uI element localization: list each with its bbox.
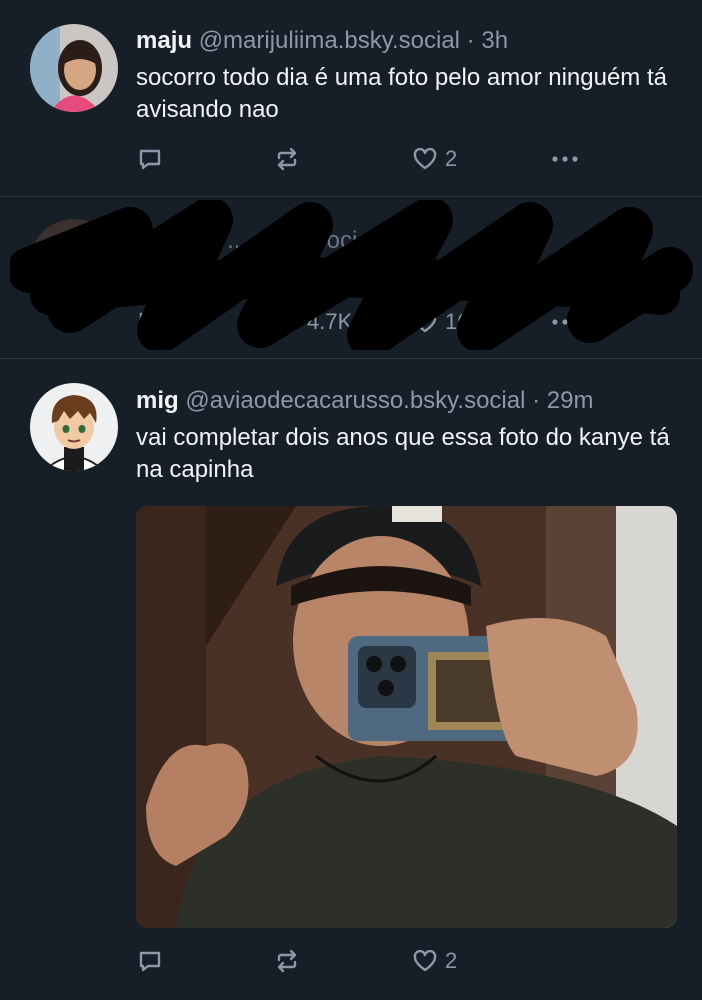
repost-icon: [277, 147, 297, 171]
repost-button[interactable]: [273, 946, 301, 976]
reply-button[interactable]: [136, 144, 164, 174]
post-text: socorro todo dia é uma foto pelo amor ni…: [136, 64, 667, 123]
more-button[interactable]: [550, 144, 580, 174]
reply-button[interactable]: [136, 946, 164, 976]
post-actions: 2: [136, 144, 596, 174]
like-icon: [413, 949, 437, 972]
separator: ·: [466, 27, 475, 54]
post-time[interactable]: 29m: [547, 387, 594, 414]
post-text: vai completar dois anos que essa foto do…: [136, 424, 670, 483]
like-count: 2: [445, 146, 458, 171]
post-image[interactable]: [136, 506, 677, 928]
mirror-selfie-image: [136, 506, 677, 928]
like-icon: [413, 147, 437, 170]
reply-icon: [139, 951, 161, 972]
separator: ·: [532, 387, 541, 414]
post-header: mig @aviaodecacarusso.bsky.social · 29m: [136, 387, 593, 415]
avatar-maju-image: [30, 24, 118, 112]
post-actions: 2: [136, 946, 596, 976]
avatar-mig[interactable]: [30, 383, 118, 471]
like-button[interactable]: 2: [411, 144, 457, 174]
author-name[interactable]: mig: [136, 387, 179, 414]
more-icon: [552, 156, 578, 162]
repost-button[interactable]: [273, 144, 301, 174]
avatar-maju[interactable]: [30, 24, 118, 112]
reply-icon: [139, 149, 161, 170]
avatar-mig-image: [30, 383, 118, 471]
post-header: maju @marijuliima.bsky.social · 3h: [136, 27, 508, 55]
like-button[interactable]: 2: [411, 946, 457, 976]
author-handle[interactable]: @aviaodecacarusso.bsky.social: [185, 387, 525, 414]
repost-icon: [277, 949, 297, 973]
post-maju[interactable]: maju @marijuliima.bsky.social · 3h socor…: [0, 0, 702, 197]
like-count: 2: [445, 948, 458, 973]
post-time[interactable]: 3h: [481, 27, 508, 54]
author-handle[interactable]: @marijuliima.bsky.social: [199, 27, 460, 54]
redaction-scribble: [10, 200, 693, 350]
author-name[interactable]: maju: [136, 27, 192, 54]
